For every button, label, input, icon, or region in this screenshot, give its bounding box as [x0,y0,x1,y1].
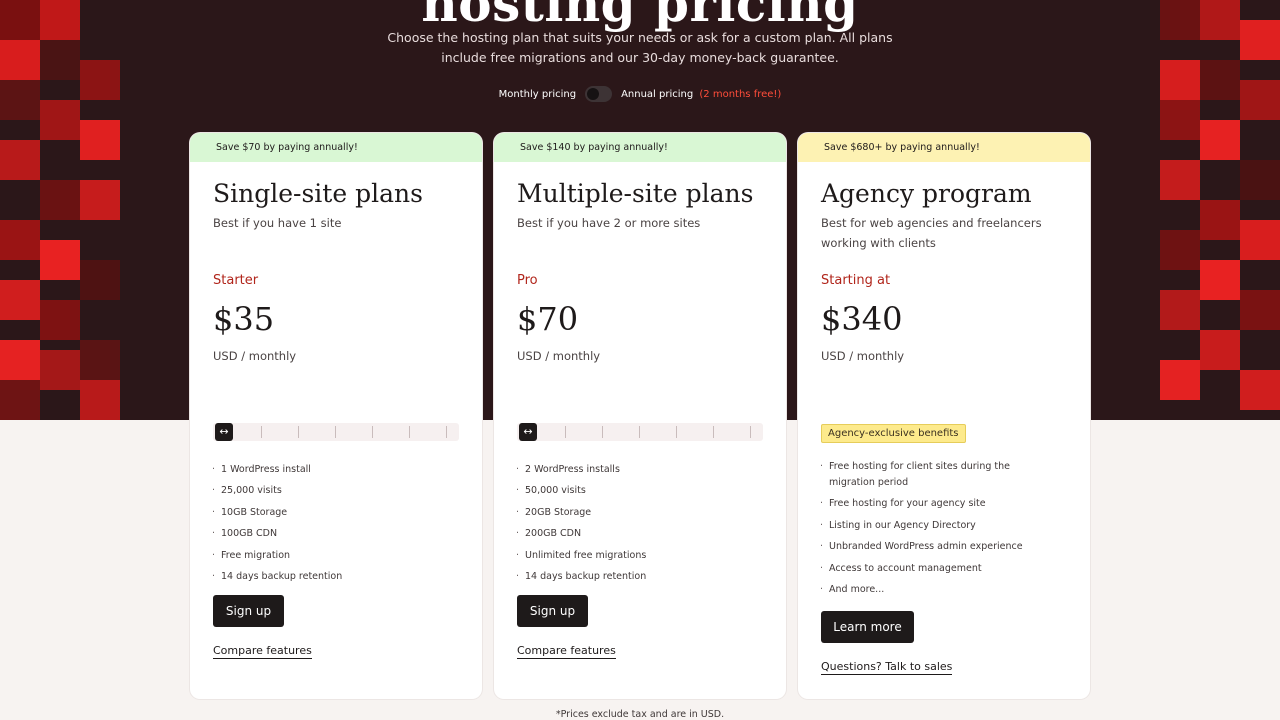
plan-card-agency: Save $680+ by paying annually! Agency pr… [798,133,1090,699]
plan-card-multiple-site: Save $140 by paying annually! Multiple-s… [494,133,786,699]
plan-description: Best if you have 2 or more sites [517,216,701,230]
savings-banner: Save $70 by paying annually! [190,133,482,162]
list-item: · 200GB CDN [516,528,582,540]
list-item: · 50,000 visits [516,485,586,497]
plan-period: USD / monthly [213,349,297,363]
list-item: · 20GB Storage [516,506,592,518]
list-item: · 14 days backup retention [212,571,343,583]
list-item: · And more... [820,583,885,595]
slider-handle-arrows-icon[interactable]: ↔ [519,423,537,441]
plan-tier: Pro [517,273,538,288]
slider-tick [409,426,410,438]
list-item: · Free hosting for client sites during th… [820,461,1010,488]
list-item: · 1 WordPress install [212,464,311,475]
plan-tier: Starting at [821,273,891,288]
list-item: · Unlimited free migrations [516,549,647,561]
plan-card-single-site: Save $70 by paying annually! Single-site… [190,133,482,699]
plan-title: Agency program [821,179,1032,208]
slider-track[interactable] [213,423,459,441]
list-item: · Free migration [212,549,291,561]
savings-banner: Save $140 by paying annually! [494,133,786,162]
plan-price: $35 [213,300,275,338]
plan-title: Single-site plans [213,179,423,208]
sign-up-button[interactable]: Sign up [213,595,284,627]
plan-slider[interactable]: ↔ [213,423,459,441]
slider-tick [750,426,751,438]
plan-slider[interactable]: ↔ [517,423,763,441]
compare-features-link[interactable]: Compare features [517,644,616,659]
compare-features-link[interactable]: Compare features [213,644,312,659]
list-item: · Free hosting for your agency site [820,498,986,510]
feature-list: · Free hosting for client sites during th… [820,459,1055,603]
price-footnote: *Prices exclude tax and are in USD. [555,709,725,720]
decorative-pixel-pattern-left [0,0,120,420]
agency-benefits-badge: Agency-exclusive benefits [821,424,966,443]
pricing-toggle-switch[interactable] [585,86,613,102]
pricing-toggle-row: Monthly pricing Annual pricing (2 months… [0,86,1280,102]
slider-tick [372,426,373,438]
slider-tick [298,426,299,438]
plan-description: Best if you have 1 site [213,216,342,230]
list-item: · Access to account management [820,562,982,574]
list-item: · Listing in our Agency Directory [820,519,976,531]
plan-price: $340 [821,300,903,338]
slider-tick [713,426,714,438]
plan-period: USD / monthly [517,349,601,363]
plan-tier: Starter [213,273,259,288]
plan-description: Best for web agencies and freelancers wo… [821,216,1042,250]
slider-tick [639,426,640,438]
list-item: · 25,000 visits [212,485,282,497]
slider-track[interactable] [517,423,763,441]
plan-period: USD / monthly [821,349,905,363]
toggle-knob [587,88,600,100]
slider-tick [446,426,447,438]
monthly-pricing-label[interactable]: Monthly pricing [499,89,576,100]
list-item: · 10GB Storage [212,506,288,518]
annual-pricing-text: Annual pricing [621,88,694,100]
decorative-pixel-pattern-right [1160,0,1280,420]
slider-tick [335,426,336,438]
feature-list: · 1 WordPress install · 25,000 visits · 10G… [212,459,342,587]
annual-pricing-label[interactable]: Annual pricing (2 months free!) [621,89,781,100]
annual-discount-note: (2 months free!) [699,88,782,100]
list-item: · Unbranded WordPress admin experience [820,541,1023,553]
talk-to-sales-link[interactable]: Questions? Talk to sales [821,660,953,675]
list-item: · 100GB CDN [212,528,278,540]
slider-tick [676,426,677,438]
slider-tick [602,426,603,438]
feature-list: · 2 WordPress installs · 50,000 visits · 20… [516,459,646,587]
plan-price: $70 [517,300,579,338]
list-item: · 14 days backup retention [516,571,647,583]
slider-handle-arrows-icon[interactable]: ↔ [215,423,233,441]
list-item: · 2 WordPress installs [516,464,620,475]
plan-title: Multiple-site plans [517,179,754,208]
page-subtitle: Choose the hosting plan that suits your … [387,30,893,65]
savings-banner: Save $680+ by paying annually! [798,133,1090,162]
slider-tick [565,426,566,438]
slider-tick [261,426,262,438]
sign-up-button[interactable]: Sign up [517,595,588,627]
learn-more-button[interactable]: Learn more [821,611,914,643]
